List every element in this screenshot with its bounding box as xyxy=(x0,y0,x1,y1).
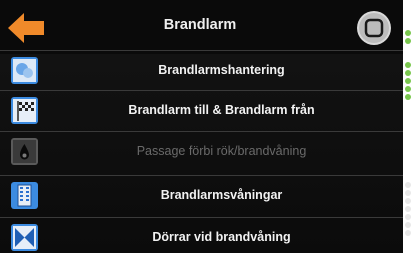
doors-icon xyxy=(11,224,38,251)
status-indicator-green-list xyxy=(405,62,413,102)
status-indicator-white-list xyxy=(405,182,413,238)
menu-item-label: Brandlarmshantering xyxy=(158,63,285,77)
header-bar: Brandlarm xyxy=(0,0,403,54)
building-floors-icon xyxy=(11,182,38,209)
menu-item-dorrar-vid-brandvaning[interactable]: Dörrar vid brandvåning xyxy=(0,217,403,253)
checkered-flag-icon xyxy=(11,97,38,124)
menu-item-label: Brandlarmsvåningar xyxy=(160,188,283,202)
menu-item-brandlarm-till-fran[interactable]: Brandlarm till & Brandlarm från xyxy=(0,90,403,130)
menu-item-brandlarmsvaningar[interactable]: Brandlarmsvåningar xyxy=(0,175,403,215)
back-arrow-icon[interactable] xyxy=(6,11,46,45)
status-indicator-green xyxy=(405,30,413,46)
menu-item-label: Dörrar vid brandvåning xyxy=(152,230,291,244)
menu-item-label: Passage förbi rök/brandvåning xyxy=(136,144,307,158)
menu-item-label: Brandlarm till & Brandlarm från xyxy=(128,103,315,117)
menu-item-brandlarmshantering[interactable]: Brandlarmshantering xyxy=(0,50,403,90)
fire-alarm-handling-icon xyxy=(11,57,38,84)
menu-item-passage-rok-brandvaning: Passage förbi rök/brandvåning xyxy=(0,131,403,171)
home-button-icon[interactable] xyxy=(356,10,392,46)
app-screen: Brandlarm Brandlarmshantering Brandlarm … xyxy=(0,0,403,253)
page-title: Brandlarm xyxy=(163,17,237,33)
smoke-fire-icon xyxy=(11,138,38,165)
